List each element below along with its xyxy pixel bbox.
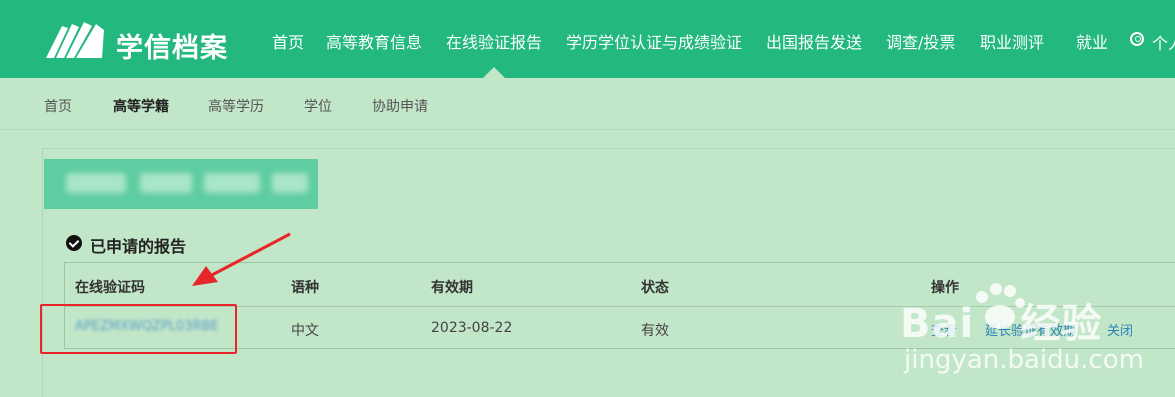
blurred-banner bbox=[44, 159, 318, 209]
nav-employment[interactable]: 就业 bbox=[1076, 29, 1108, 53]
annotation-highlight-box bbox=[40, 304, 237, 354]
brand-name: 学信档案 bbox=[116, 33, 228, 64]
nav-degree-certification[interactable]: 学历学位认证与成绩验证 bbox=[566, 29, 742, 53]
subnav-student-status[interactable]: 高等学籍 bbox=[113, 96, 169, 116]
column-header-code: 在线验证码 bbox=[75, 280, 145, 296]
subnav-degree[interactable]: 学位 bbox=[304, 96, 332, 116]
nav-career-assessment[interactable]: 职业测评 bbox=[980, 29, 1044, 53]
column-header-status: 状态 bbox=[641, 280, 669, 296]
watermark-url: jingyan.baidu.com bbox=[904, 345, 1144, 375]
logo[interactable]: 学信档案 bbox=[44, 18, 234, 64]
user-icon[interactable] bbox=[1130, 32, 1144, 46]
column-header-expiry: 有效期 bbox=[431, 280, 473, 296]
sub-nav: 首页 高等学籍 高等学历 学位 协助申请 bbox=[0, 78, 1175, 130]
nav-overseas-report[interactable]: 出国报告发送 bbox=[766, 29, 862, 53]
subnav-assist-apply[interactable]: 协助申请 bbox=[372, 96, 428, 116]
subnav-home[interactable]: 首页 bbox=[44, 96, 72, 116]
section-title-label: 已申请的报告 bbox=[90, 237, 187, 256]
active-nav-indicator bbox=[483, 67, 505, 78]
cell-language: 中文 bbox=[291, 323, 319, 339]
nav-online-verification-report[interactable]: 在线验证报告 bbox=[446, 29, 542, 53]
book-logo-icon bbox=[46, 22, 104, 58]
nav-home[interactable]: 首页 bbox=[272, 29, 304, 53]
nav-survey-vote[interactable]: 调查/投票 bbox=[886, 29, 955, 53]
subnav-academic-degree[interactable]: 高等学历 bbox=[208, 96, 264, 116]
user-menu-label[interactable]: 个人 bbox=[1152, 30, 1175, 54]
column-header-language: 语种 bbox=[291, 280, 319, 296]
top-header: 学信档案 首页 高等教育信息 在线验证报告 学历学位认证与成绩验证 出国报告发送… bbox=[0, 0, 1175, 78]
baidu-jingyan-watermark: Bai 经验 jingyan.baidu.com bbox=[900, 283, 1170, 393]
paw-icon bbox=[976, 283, 1025, 329]
cell-expiry: 2023-08-22 bbox=[431, 320, 513, 336]
check-circle-icon bbox=[66, 235, 82, 251]
cell-status: 有效 bbox=[641, 323, 669, 339]
nav-higher-education-info[interactable]: 高等教育信息 bbox=[326, 29, 422, 53]
